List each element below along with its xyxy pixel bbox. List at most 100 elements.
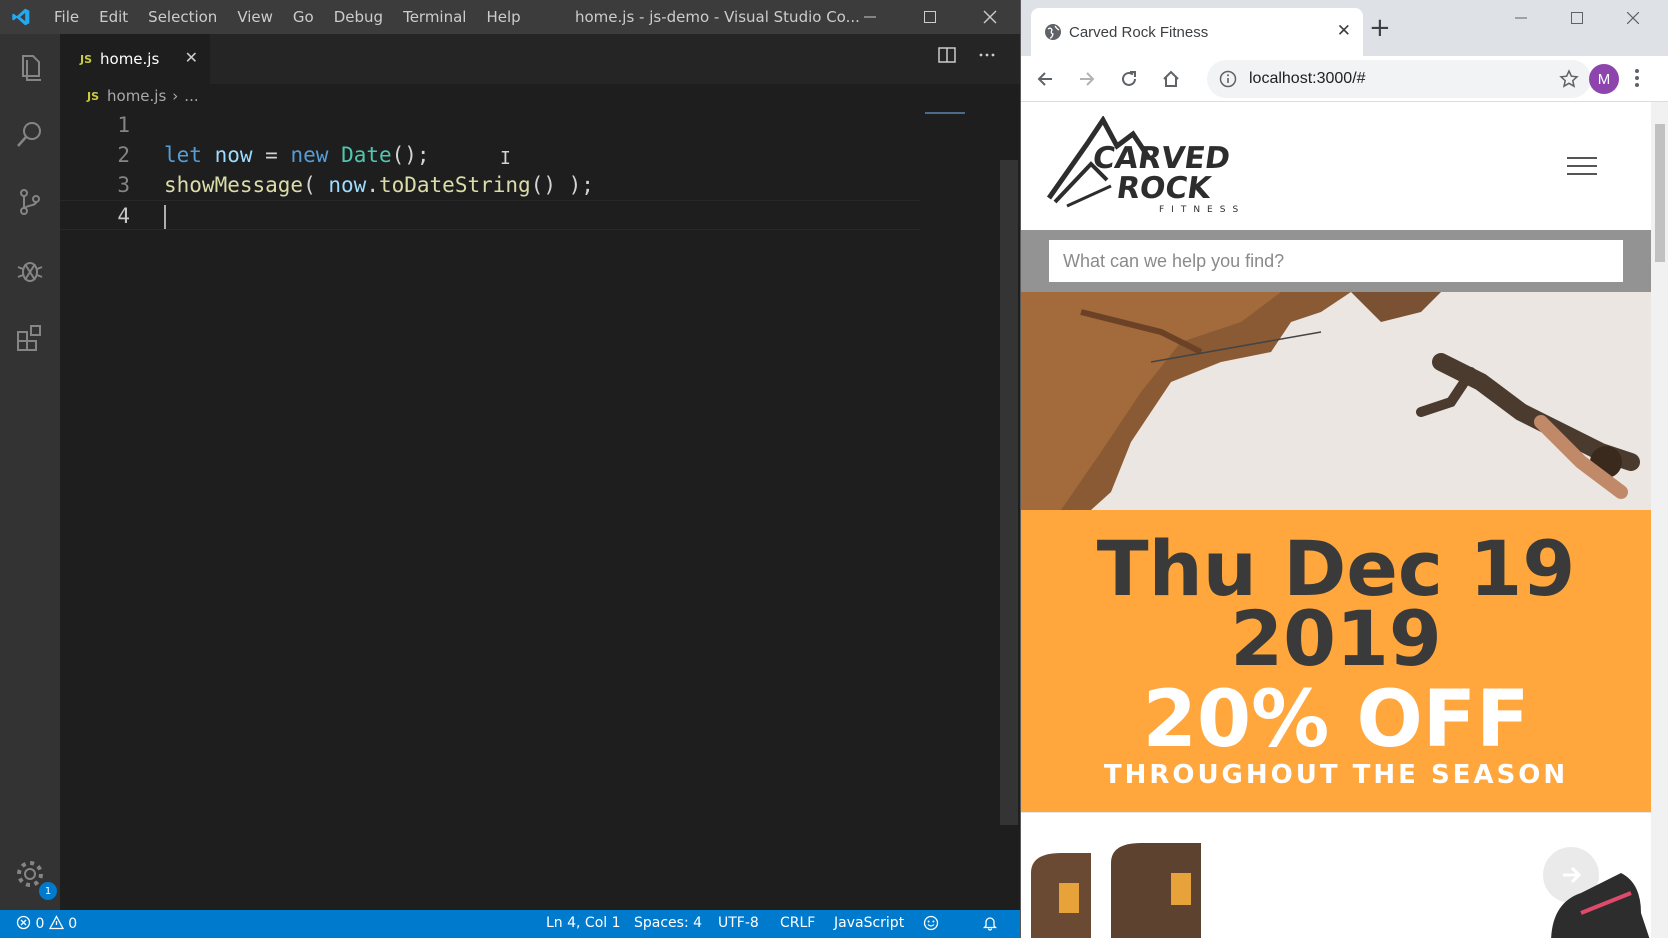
code-token: () ); — [530, 173, 594, 197]
cursor-position[interactable]: Ln 4, Col 1 — [546, 915, 621, 931]
code-text: let now = new Date(); — [164, 140, 430, 170]
extensions-button[interactable] — [10, 318, 50, 358]
close-button[interactable] — [962, 0, 1018, 34]
plus-icon: + — [1369, 13, 1391, 43]
maximize-button[interactable] — [902, 0, 958, 34]
promo-banner[interactable]: Thu Dec 19 2019 20% OFF THROUGHOUT THE S… — [1021, 510, 1651, 812]
tab-close-icon[interactable]: ✕ — [185, 48, 198, 67]
code-editor[interactable]: I 1 2 let now = new Date(); 3 showMessage( n… — [60, 110, 1000, 910]
bell-icon — [982, 917, 998, 931]
editor-actions — [938, 46, 996, 64]
reload-button[interactable] — [1115, 65, 1143, 93]
settings-badge: 1 — [39, 882, 57, 900]
bookmark-star-icon[interactable] — [1559, 69, 1579, 89]
line-number: 2 — [117, 143, 130, 167]
hero-climber-image — [1021, 292, 1651, 510]
shoe-product-image[interactable] — [1541, 863, 1651, 938]
minimize-button[interactable] — [842, 0, 898, 34]
carved-rock-logo[interactable]: CARVED ROCK FITNESS — [1047, 116, 1257, 216]
vscode-window: File Edit Selection View Go Debug Termin… — [0, 0, 1020, 938]
vscode-title-bar: File Edit Selection View Go Debug Termin… — [0, 0, 1020, 34]
browser-tab[interactable]: Carved Rock Fitness ✕ — [1031, 8, 1363, 56]
smiley-icon — [923, 915, 939, 931]
code-token: new — [290, 143, 329, 167]
home-icon — [1163, 70, 1179, 87]
line-number: 4 — [117, 204, 130, 228]
code-token: . — [366, 173, 379, 197]
breadcrumb-file[interactable]: home.js — [107, 87, 166, 105]
encoding[interactable]: UTF-8 — [718, 915, 759, 931]
page-scrollbar[interactable] — [1651, 102, 1668, 938]
home-button[interactable] — [1157, 65, 1185, 93]
activity-bar: 1 — [0, 34, 60, 910]
tab-label: home.js — [100, 50, 160, 68]
more-actions-icon[interactable] — [978, 46, 996, 64]
language-mode[interactable]: JavaScript — [834, 915, 904, 931]
debug-button[interactable] — [10, 250, 50, 290]
js-file-icon: JS — [80, 52, 93, 66]
forward-button[interactable] — [1073, 65, 1101, 93]
indentation[interactable]: Spaces: 4 — [634, 915, 702, 931]
extensions-icon — [17, 325, 41, 351]
code-token: now — [328, 173, 367, 197]
tab-home-js[interactable]: JS home.js ✕ — [60, 34, 210, 84]
split-editor-icon[interactable] — [938, 46, 956, 64]
code-line[interactable]: 3 showMessage( now.toDateString() ); — [60, 170, 920, 200]
code-token: = — [252, 143, 291, 167]
notifications-button[interactable] — [982, 915, 998, 935]
site-search-input[interactable] — [1049, 240, 1623, 282]
menu-go[interactable]: Go — [283, 8, 324, 26]
chrome-close-button[interactable] — [1605, 6, 1661, 30]
promo-tagline: THROUGHOUT THE SEASON — [1103, 760, 1569, 790]
chrome-maximize-button[interactable] — [1549, 6, 1605, 30]
code-token: toDateString — [378, 173, 531, 197]
profile-avatar[interactable]: M — [1589, 64, 1619, 94]
menu-help[interactable]: Help — [476, 8, 530, 26]
code-line[interactable]: 4 — [60, 200, 920, 230]
menu-debug[interactable]: Debug — [324, 8, 393, 26]
back-button[interactable] — [1031, 65, 1059, 93]
info-icon — [1219, 70, 1237, 88]
chrome-minimize-button[interactable] — [1493, 6, 1549, 30]
menu-edit[interactable]: Edit — [89, 8, 138, 26]
editor-scrollbar[interactable] — [1000, 160, 1018, 825]
problems-indicator[interactable]: 0 0 — [16, 915, 77, 932]
tab-close-icon[interactable]: ✕ — [1337, 21, 1351, 41]
breadcrumb: JS home.js › ... — [60, 84, 1020, 108]
chrome-menu-icon[interactable] — [1634, 68, 1640, 88]
search-view-button[interactable] — [10, 114, 50, 154]
menu-terminal[interactable]: Terminal — [393, 8, 476, 26]
close-icon — [983, 10, 997, 24]
address-bar[interactable]: localhost:3000/# — [1207, 60, 1591, 98]
code-line[interactable]: 2 let now = new Date(); — [60, 140, 920, 170]
code-token: let — [164, 143, 202, 167]
globe-favicon-icon — [1045, 24, 1061, 40]
promo-date-line2: 2019 — [1230, 594, 1442, 683]
minimap[interactable] — [925, 112, 997, 118]
line-endings[interactable]: CRLF — [780, 915, 815, 931]
warning-count: 0 — [68, 916, 78, 932]
source-control-button[interactable] — [10, 182, 50, 222]
reload-icon — [1122, 71, 1136, 86]
menu-view[interactable]: View — [227, 8, 283, 26]
maximize-icon — [1571, 12, 1583, 24]
boots-product-image[interactable] — [1021, 813, 1221, 938]
new-tab-button[interactable]: + — [1369, 15, 1391, 41]
code-token: now — [214, 143, 253, 167]
close-icon — [1627, 12, 1639, 24]
hamburger-menu-icon[interactable] — [1567, 157, 1597, 177]
feedback-button[interactable] — [923, 915, 939, 935]
menu-file[interactable]: File — [44, 8, 89, 26]
breadcrumb-more[interactable]: ... — [184, 87, 198, 105]
scrollbar-thumb[interactable] — [1655, 124, 1665, 262]
debug-icon — [17, 262, 43, 282]
code-token: ( — [303, 173, 329, 197]
explorer-button[interactable] — [10, 47, 50, 87]
manage-settings-button[interactable]: 1 — [10, 854, 57, 900]
maximize-icon — [924, 11, 936, 23]
menu-selection[interactable]: Selection — [138, 8, 227, 26]
svg-text:FITNESS: FITNESS — [1159, 205, 1245, 215]
code-line[interactable]: 1 — [60, 110, 920, 140]
